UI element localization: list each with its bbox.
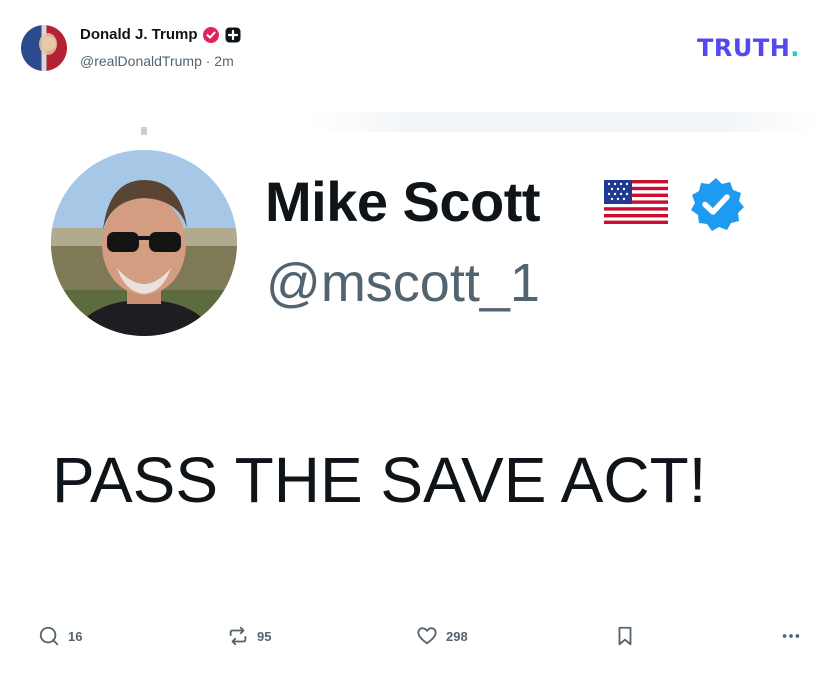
author-name[interactable]: Donald J. Trump bbox=[80, 26, 198, 43]
heart-icon bbox=[417, 627, 437, 645]
post-card: Donald J. Trump @realDonaldTrump · 2m TR… bbox=[0, 0, 840, 674]
image-artifact bbox=[141, 127, 147, 135]
profile-photo-illustration bbox=[51, 150, 237, 336]
plus-badge-icon bbox=[225, 27, 241, 43]
verified-badge-icon bbox=[203, 27, 219, 43]
retruth-count: 95 bbox=[257, 628, 272, 644]
embed-post-text: PASS THE SAVE ACT! bbox=[52, 444, 707, 516]
truth-logo: TRUTH. bbox=[697, 34, 800, 62]
reply-count: 16 bbox=[68, 628, 83, 644]
embed-display-name: Mike Scott bbox=[265, 170, 541, 233]
logo-text: TRUTH bbox=[697, 34, 791, 62]
retruth-icon bbox=[229, 626, 247, 646]
more-dots-icon bbox=[782, 634, 800, 638]
like-button[interactable]: 298 bbox=[416, 624, 468, 648]
like-count: 298 bbox=[446, 628, 468, 644]
us-flag-icon bbox=[604, 180, 668, 224]
embed-profile-photo[interactable] bbox=[51, 150, 237, 336]
embed-handle: @mscott_1 bbox=[266, 253, 540, 313]
bookmark-icon bbox=[618, 626, 632, 646]
author-handle-line: @realDonaldTrump · 2m bbox=[80, 53, 234, 69]
author-avatar[interactable] bbox=[21, 25, 67, 71]
more-options-button[interactable] bbox=[780, 624, 802, 648]
post-time[interactable]: · 2m bbox=[206, 53, 234, 69]
reply-button[interactable]: 16 bbox=[38, 624, 82, 648]
author-handle[interactable]: @realDonaldTrump bbox=[80, 53, 202, 69]
embed-verified-badge-icon bbox=[691, 178, 744, 231]
bookmark-button[interactable] bbox=[614, 624, 636, 648]
logo-dot: . bbox=[790, 34, 800, 62]
reply-icon bbox=[39, 626, 59, 646]
retruth-button[interactable]: 95 bbox=[227, 624, 271, 648]
image-top-fade bbox=[310, 112, 820, 132]
